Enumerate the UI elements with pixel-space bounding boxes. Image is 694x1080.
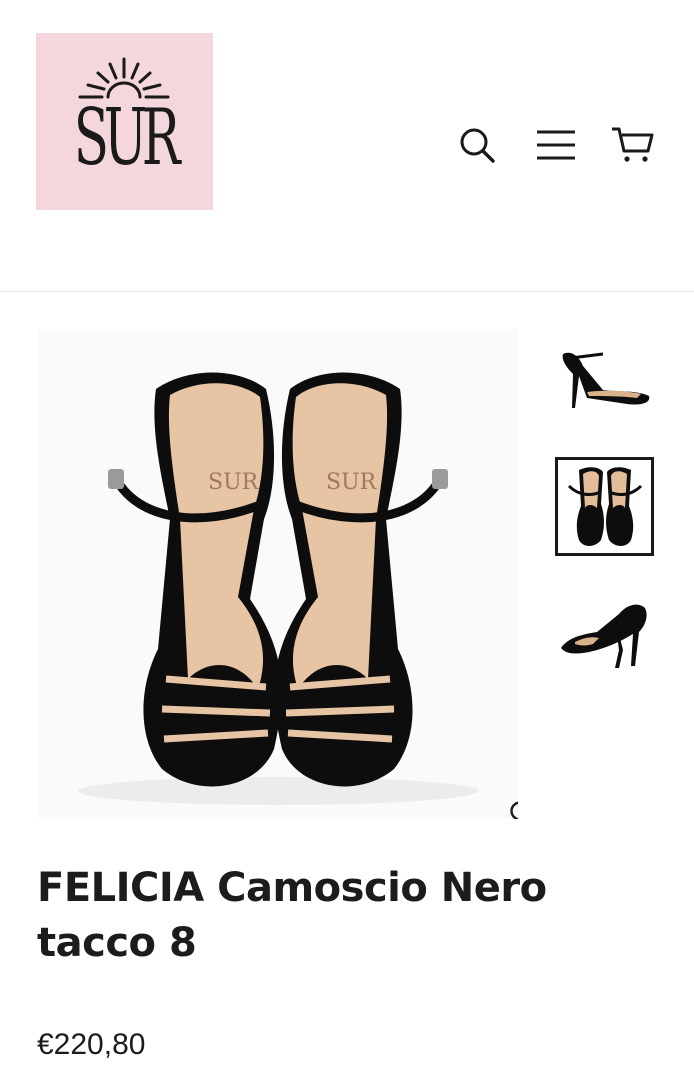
logo-wordmark: SUR bbox=[73, 93, 181, 183]
zoom-icon bbox=[510, 801, 518, 819]
search-button[interactable] bbox=[454, 122, 500, 168]
shoe-back-thumb bbox=[560, 604, 647, 668]
menu-icon bbox=[537, 130, 575, 160]
cart-button[interactable] bbox=[610, 122, 656, 168]
thumbnail-side-view[interactable] bbox=[555, 331, 654, 430]
product-main-image[interactable]: SUR SUR bbox=[38, 329, 518, 819]
cart-icon bbox=[612, 127, 654, 162]
search-icon bbox=[460, 128, 495, 163]
shoe-pair-image: SUR SUR bbox=[38, 329, 518, 819]
brand-logo[interactable]: SUR bbox=[36, 33, 213, 210]
product-gallery: SUR SUR bbox=[0, 293, 694, 833]
shoe-top-thumb bbox=[567, 466, 642, 546]
product-title: FELICIA Camoscio Nero tacco 8 bbox=[37, 865, 547, 966]
svg-text:SUR: SUR bbox=[326, 470, 378, 495]
shoe-side-thumb bbox=[562, 352, 649, 408]
menu-button[interactable] bbox=[533, 122, 579, 168]
thumbnail-back-view[interactable] bbox=[555, 583, 654, 682]
svg-text:SUR: SUR bbox=[208, 470, 260, 495]
product-price: €220,80 bbox=[37, 1028, 146, 1061]
site-header: SUR bbox=[0, 0, 694, 292]
zoom-button[interactable] bbox=[500, 791, 518, 819]
thumbnail-top-view[interactable] bbox=[555, 457, 654, 556]
